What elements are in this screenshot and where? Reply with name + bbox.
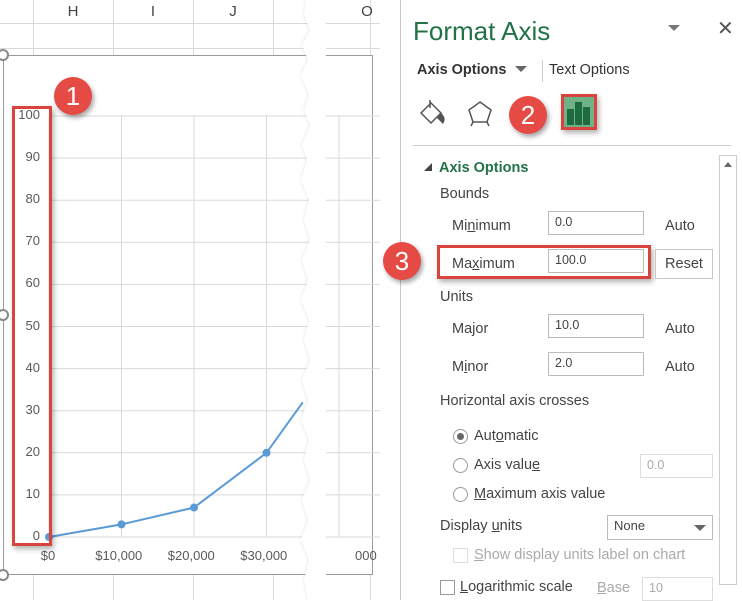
vertical-axis-highlight [12,106,52,546]
minimum-auto-label: Auto [665,218,695,234]
axis-value-input[interactable]: 0.0 [640,454,713,478]
collapse-triangle-icon [424,163,432,171]
minor-auto-label: Auto [665,359,695,375]
minor-input[interactable]: 2.0 [548,352,644,376]
display-units-value: None [614,518,646,533]
minimum-input[interactable]: 0.0 [548,211,644,235]
radio-axis-value[interactable] [453,458,468,473]
radio-automatic-label[interactable]: Automatic [474,428,539,444]
step-badge-3: 3 [383,242,421,280]
series-line[interactable] [48,401,304,538]
pane-title: Format Axis [413,16,551,46]
tab-text-options[interactable]: Text Options [549,62,630,78]
base-input[interactable]: 10 [642,577,713,601]
section-title: Axis Options [439,160,529,176]
display-units-label: Display units [440,518,523,534]
bar-chart-icon [567,102,590,125]
horizontal-axis-crosses-label: Horizontal axis crosses [440,393,590,409]
base-label: Base [597,580,631,596]
radio-maximum-axis-value[interactable] [453,487,468,502]
axis-options-tab[interactable] [561,94,597,130]
show-units-label-text: Show display units label on chart [474,547,686,563]
chevron-down-icon [515,66,528,72]
x-tick-label: $30,000 [240,548,288,563]
radio-automatic[interactable] [453,429,468,444]
tab-divider [542,60,543,82]
maximum-label: Maximum [452,256,515,272]
major-label: Major [452,321,489,337]
data-point[interactable] [262,448,271,457]
step-badge-2: 2 [509,96,547,134]
step-badge-1: 1 [54,77,92,115]
radio-axis-value-label[interactable]: Axis value [474,457,540,473]
pane-options-dropdown[interactable] [667,20,683,34]
data-point[interactable] [117,520,126,529]
major-auto-label: Auto [665,321,695,337]
close-pane-button[interactable]: ✕ [717,16,734,41]
pane-scrollbar[interactable] [719,155,737,585]
pentagon-icon [468,101,492,127]
maximum-input[interactable]: 100.0 [548,249,644,273]
show-units-label-checkbox[interactable] [453,548,468,563]
tab-axis-options[interactable]: Axis Options [417,62,528,78]
units-label: Units [440,289,474,305]
scroll-up-icon[interactable] [720,156,736,172]
tab-axis-options-label: Axis Options [417,62,507,78]
paint-bucket-icon [419,100,445,125]
log-scale-label[interactable]: Logarithmic scale [460,579,573,595]
x-tick-label: 000 [355,548,377,563]
x-tick-label: $10,000 [95,548,143,563]
close-icon: ✕ [717,18,734,40]
minimum-label: Minimum [452,218,511,234]
display-units-select[interactable]: None [607,515,713,540]
data-point[interactable] [190,503,198,512]
bounds-label: Bounds [440,186,490,202]
tab-pointer-line [413,145,731,146]
maximum-reset-button[interactable]: Reset [655,249,713,279]
torn-edge-divider [301,0,326,600]
fill-line-tab[interactable] [417,98,447,128]
chevron-down-icon [694,525,706,531]
radio-maximum-axis-value-label[interactable]: Maximum axis value [474,486,605,502]
effects-tab[interactable] [465,98,495,128]
x-tick-label: $20,000 [167,548,215,563]
section-axis-options[interactable]: Axis Options [423,160,528,176]
major-input[interactable]: 10.0 [548,314,644,338]
log-scale-checkbox[interactable] [440,580,455,595]
format-axis-pane: Format Axis ✕ Axis Options Text Options … [383,0,742,601]
chevron-down-icon [668,25,680,31]
x-tick-label: $0 [40,548,56,563]
minor-label: Minor [452,359,489,375]
chart-resize-handle-bottom-left[interactable] [0,569,9,581]
